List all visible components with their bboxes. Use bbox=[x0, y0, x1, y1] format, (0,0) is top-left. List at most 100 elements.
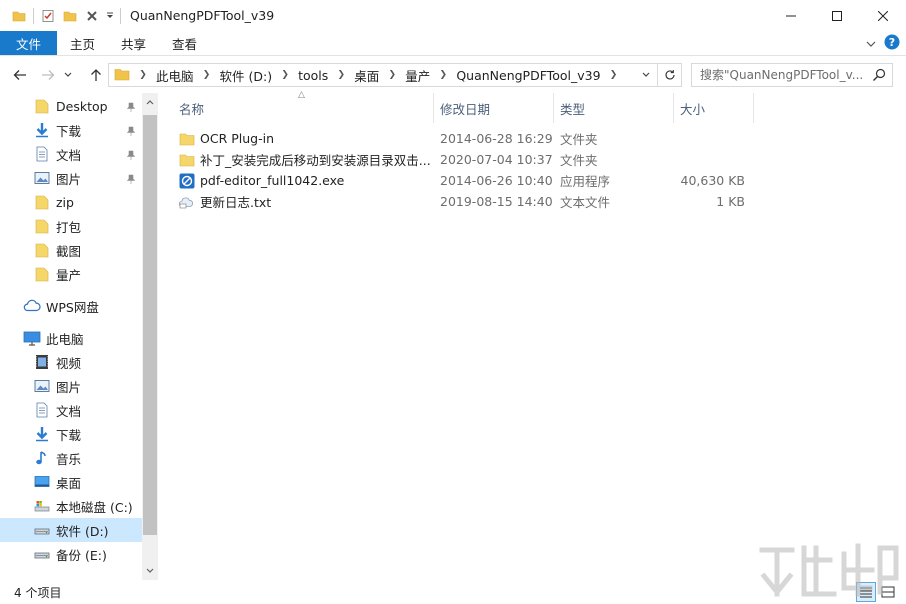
search-icon[interactable] bbox=[872, 68, 886, 85]
folder-icon bbox=[114, 67, 130, 84]
sidebar-item-pc-desktop[interactable]: 桌面 bbox=[0, 470, 142, 494]
table-row[interactable]: 补丁_安装完成后移动到安装源目录双击... 2020-07-04 10:37 文… bbox=[179, 149, 749, 170]
address-bar[interactable]: ❯ 此电脑 ❯ 软件 (D:) ❯ tools ❯ 桌面 ❯ 量产 ❯ Quan… bbox=[108, 63, 682, 87]
new-folder-icon[interactable] bbox=[59, 5, 81, 27]
drive-icon bbox=[33, 545, 51, 563]
sidebar-item-drive-d[interactable]: 软件 (D:) bbox=[0, 518, 142, 542]
column-header-label: 名称 bbox=[179, 101, 205, 117]
column-header-size[interactable]: 大小 bbox=[674, 93, 754, 123]
table-row[interactable]: OCR Plug-in 2014-06-28 16:29 文件夹 bbox=[179, 128, 749, 149]
svg-text:?: ? bbox=[889, 36, 895, 49]
tab-home[interactable]: 主页 bbox=[57, 31, 108, 55]
system-drive-icon bbox=[33, 497, 51, 515]
scrollbar-thumb[interactable] bbox=[143, 115, 157, 535]
column-header-type[interactable]: 类型 bbox=[554, 93, 674, 123]
table-row[interactable]: pdf-editor_full1042.exe 2014-06-26 10:40… bbox=[179, 170, 749, 191]
sidebar-item-desktop[interactable]: Desktop bbox=[0, 94, 142, 118]
sidebar-item-mass-production[interactable]: 量产 bbox=[0, 262, 142, 286]
breadcrumb-chevron-icon[interactable]: ❯ bbox=[332, 70, 350, 80]
delete-icon[interactable] bbox=[81, 5, 103, 27]
file-type: 文件夹 bbox=[560, 153, 598, 168]
breadcrumb-chevron-icon[interactable]: ❯ bbox=[383, 70, 401, 80]
sidebar-item-wps-cloud[interactable]: WPS网盘 bbox=[0, 294, 142, 318]
file-size bbox=[657, 149, 745, 170]
file-type: 文件夹 bbox=[560, 132, 598, 147]
scroll-down-arrow-icon[interactable] bbox=[142, 562, 158, 580]
sidebar-item-music[interactable]: 音乐 bbox=[0, 446, 142, 470]
watermark-logo-icon bbox=[759, 543, 899, 597]
recent-locations-chevron-icon[interactable] bbox=[60, 63, 76, 87]
back-button[interactable] bbox=[8, 63, 32, 87]
sidebar-item-label: 此电脑 bbox=[46, 331, 84, 347]
file-name: 补丁_安装完成后移动到安装源目录双击... bbox=[200, 153, 431, 168]
breadcrumb-chevron-icon[interactable]: ❯ bbox=[276, 70, 294, 80]
tab-view[interactable]: 查看 bbox=[159, 31, 210, 55]
sidebar-scrollbar[interactable] bbox=[142, 93, 158, 580]
scroll-up-arrow-icon[interactable] bbox=[142, 93, 158, 111]
sidebar-item-documents[interactable]: 文档 bbox=[0, 142, 142, 166]
title-bar: QuanNengPDFTool_v39 bbox=[0, 0, 906, 31]
sidebar-item-label: 备份 (E:) bbox=[56, 547, 107, 563]
customize-toolbar-chevron-icon[interactable] bbox=[103, 5, 117, 27]
window-title: QuanNengPDFTool_v39 bbox=[130, 8, 275, 23]
search-input[interactable] bbox=[692, 68, 864, 82]
column-header-name[interactable]: 名称 △ bbox=[158, 90, 434, 123]
sidebar-item-label: 桌面 bbox=[56, 475, 82, 491]
sidebar-item-screenshots[interactable]: 截图 bbox=[0, 238, 142, 262]
forward-button[interactable] bbox=[36, 63, 60, 87]
close-button[interactable] bbox=[860, 0, 906, 31]
minimize-button[interactable] bbox=[768, 0, 814, 31]
breadcrumb-desktop[interactable]: 桌面 bbox=[350, 66, 383, 85]
sidebar-item-videos[interactable]: 视频 bbox=[0, 350, 142, 374]
maximize-button[interactable] bbox=[814, 0, 860, 31]
sidebar-item-pc-documents[interactable]: 文档 bbox=[0, 398, 142, 422]
breadcrumb-chevron-icon[interactable]: ❯ bbox=[134, 70, 152, 80]
pin-icon bbox=[126, 124, 136, 139]
up-button[interactable] bbox=[84, 63, 108, 87]
ribbon-tabs: 文件 主页 共享 查看 ? bbox=[0, 31, 906, 56]
breadcrumb-drive-d[interactable]: 软件 (D:) bbox=[216, 66, 277, 85]
sidebar-item-downloads[interactable]: 下载 bbox=[0, 118, 142, 142]
breadcrumb-mass-production[interactable]: 量产 bbox=[401, 66, 434, 85]
file-name: 更新日志.txt bbox=[200, 195, 272, 210]
sidebar-item-drive-e[interactable]: 备份 (E:) bbox=[0, 542, 142, 566]
expand-ribbon-chevron-icon[interactable] bbox=[866, 37, 876, 51]
sidebar-item-drive-c[interactable]: 本地磁盘 (C:) bbox=[0, 494, 142, 518]
help-icon[interactable]: ? bbox=[884, 34, 900, 53]
search-box[interactable] bbox=[691, 63, 893, 87]
breadcrumb-tools[interactable]: tools bbox=[294, 68, 332, 83]
sidebar-item-this-pc[interactable]: 此电脑 bbox=[0, 326, 142, 350]
breadcrumb-current-folder[interactable]: QuanNengPDFTool_v39 bbox=[452, 68, 604, 83]
pin-icon bbox=[126, 148, 136, 163]
tab-file[interactable]: 文件 bbox=[0, 31, 58, 55]
sidebar-item-pack[interactable]: 打包 bbox=[0, 214, 142, 238]
sidebar-item-label: 文档 bbox=[56, 147, 82, 163]
file-size bbox=[657, 128, 745, 149]
column-header-label: 类型 bbox=[560, 101, 586, 117]
breadcrumb-chevron-icon[interactable]: ❯ bbox=[434, 70, 452, 80]
column-header-date[interactable]: 修改日期 bbox=[434, 93, 554, 123]
sidebar-item-pictures[interactable]: 图片 bbox=[0, 166, 142, 190]
properties-icon[interactable] bbox=[37, 5, 59, 27]
sidebar-item-label: 本地磁盘 (C:) bbox=[56, 499, 133, 515]
address-history-chevron-icon[interactable] bbox=[637, 64, 655, 86]
table-row[interactable]: 更新日志.txt 2019-08-15 14:40 文本文件 1 KB bbox=[179, 191, 749, 212]
navigation-bar: ❯ 此电脑 ❯ 软件 (D:) ❯ tools ❯ 桌面 ❯ 量产 ❯ Quan… bbox=[0, 60, 906, 90]
computer-icon bbox=[23, 329, 41, 347]
folder-icon bbox=[33, 193, 51, 211]
file-type: 应用程序 bbox=[560, 174, 611, 189]
breadcrumb-chevron-icon[interactable]: ❯ bbox=[605, 70, 623, 80]
refresh-button[interactable] bbox=[657, 64, 681, 86]
sidebar-item-label: Desktop bbox=[56, 98, 108, 114]
sidebar-item-label: 音乐 bbox=[56, 451, 82, 467]
breadcrumb-this-pc[interactable]: 此电脑 bbox=[152, 66, 198, 85]
folder-icon bbox=[33, 97, 51, 115]
file-date: 2019-08-15 14:40 bbox=[440, 194, 553, 209]
folder-icon bbox=[179, 152, 195, 168]
folder-icon[interactable] bbox=[8, 5, 30, 27]
breadcrumb-chevron-icon[interactable]: ❯ bbox=[198, 70, 216, 80]
tab-share[interactable]: 共享 bbox=[108, 31, 159, 55]
sidebar-item-zip[interactable]: zip bbox=[0, 190, 142, 214]
sidebar-item-pc-pictures[interactable]: 图片 bbox=[0, 374, 142, 398]
sidebar-item-pc-downloads[interactable]: 下载 bbox=[0, 422, 142, 446]
